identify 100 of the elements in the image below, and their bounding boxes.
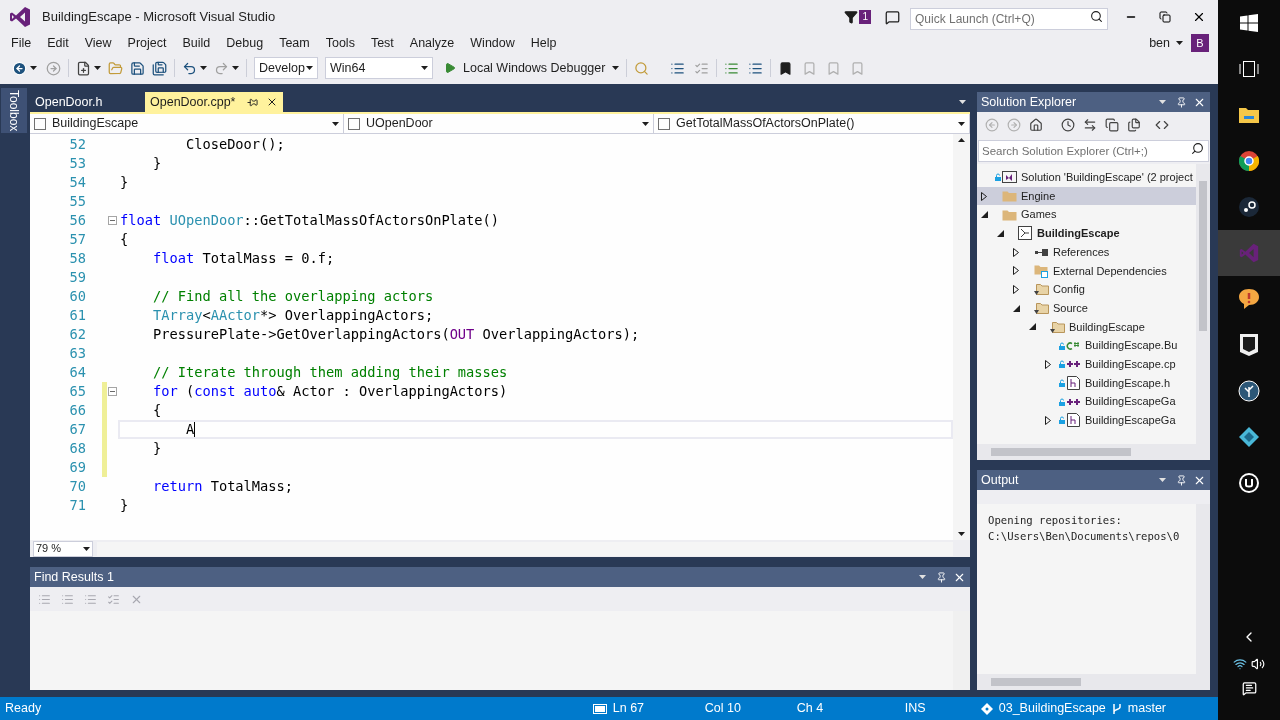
branch-icon[interactable] <box>1111 702 1122 715</box>
collapsed-arrow-icon[interactable] <box>1013 247 1019 257</box>
engine-icon[interactable] <box>1238 472 1260 494</box>
speech-bubble-icon[interactable] <box>1238 288 1260 310</box>
diamond-icon[interactable] <box>1238 426 1260 448</box>
tree-item[interactable]: BuildingEscape.cp <box>977 354 1196 374</box>
tree-item-label: Solution 'BuildingEscape' (2 project <box>1021 170 1193 186</box>
tree-item[interactable]: Engine <box>977 186 1196 206</box>
debugger-button[interactable]: Local Windows Debugger <box>463 58 606 78</box>
vertical-scrollbar[interactable] <box>953 134 970 540</box>
undo-icon[interactable] <box>182 60 197 76</box>
navigate-back-icon[interactable] <box>12 60 27 76</box>
collapse-icon[interactable] <box>108 216 117 225</box>
menu-item[interactable]: Debug <box>218 33 272 53</box>
tree-item[interactable]: Solution 'BuildingEscape' (2 project <box>977 168 1196 187</box>
collapsed-arrow-icon[interactable] <box>981 191 987 201</box>
horizontal-scrollbar[interactable] <box>977 674 1210 690</box>
line-number: 60 <box>68 287 87 306</box>
menu-item[interactable]: Tools <box>317 33 363 53</box>
task-view-icon[interactable] <box>1238 61 1260 77</box>
tree-item-label: References <box>1053 244 1110 260</box>
menu-item[interactable]: Window <box>462 33 523 53</box>
collapse-icon[interactable] <box>108 387 117 396</box>
menu-item[interactable]: Team <box>271 33 318 53</box>
menu-item[interactable]: File <box>3 33 40 53</box>
notification-center-icon[interactable] <box>1241 681 1257 696</box>
new-project-icon[interactable] <box>76 60 91 76</box>
vertical-scrollbar[interactable] <box>1196 164 1210 444</box>
menu-item[interactable]: Build <box>174 33 219 53</box>
sync-icon[interactable] <box>1083 118 1097 132</box>
search-field[interactable]: Search Solution Explorer (Ctrl+;) <box>978 140 1209 162</box>
pin-icon[interactable] <box>936 571 947 583</box>
folder-icon <box>1034 282 1049 297</box>
collapsed-arrow-icon[interactable] <box>1045 415 1051 425</box>
close-icon <box>1192 10 1206 24</box>
configuration-dropdown[interactable]: Develop <box>254 57 318 79</box>
toolbox-tab[interactable]: Toolbox <box>1 88 27 134</box>
platform-dropdown[interactable]: Win64 <box>325 57 433 79</box>
tree-item[interactable]: Games <box>977 205 1196 225</box>
horizontal-scrollbar[interactable] <box>977 444 1210 460</box>
menu-item[interactable]: Project <box>119 33 175 53</box>
repository-name[interactable]: 03_BuildingEscape <box>998 699 1106 718</box>
menu-item[interactable]: Analyze <box>401 33 463 53</box>
expanded-arrow-icon[interactable] <box>1029 323 1036 331</box>
clock-icon[interactable] <box>1061 118 1075 132</box>
menu-item[interactable]: Test <box>362 33 402 53</box>
tree-item[interactable]: External Dependencies <box>977 261 1196 281</box>
tree-item[interactable]: BuildingEscape <box>977 317 1196 337</box>
shield-icon[interactable] <box>1240 334 1258 356</box>
vertical-scrollbar[interactable] <box>1196 504 1210 674</box>
quick-launch-field[interactable]: Quick Launch (Ctrl+Q) <box>910 8 1108 30</box>
tree-item[interactable]: BuildingEscape.h <box>977 373 1196 393</box>
home-icon[interactable] <box>1029 118 1043 132</box>
bookmark-icon[interactable] <box>778 60 794 76</box>
tree-item[interactable]: Source <box>977 298 1196 318</box>
pin-icon[interactable] <box>1176 474 1187 486</box>
collapsed-arrow-icon[interactable] <box>1045 359 1051 369</box>
collapsed-arrow-icon[interactable] <box>1013 266 1019 276</box>
pin-icon[interactable] <box>1176 96 1187 108</box>
browser-icon[interactable] <box>1239 151 1259 171</box>
volume-icon[interactable] <box>1251 657 1265 671</box>
menu-item[interactable]: Edit <box>39 33 77 53</box>
tree-item[interactable]: References <box>977 242 1196 262</box>
close-tab-icon[interactable] <box>266 96 278 108</box>
navigation-dropdown[interactable]: GetTotalMassOfActorsOnPlate() <box>654 114 970 133</box>
expanded-arrow-icon[interactable] <box>997 229 1004 237</box>
tree-item[interactable]: BuildingEscapeGa <box>977 410 1196 430</box>
user-name[interactable]: ben <box>1149 33 1170 53</box>
menu-item[interactable]: View <box>76 33 120 53</box>
menu-item[interactable]: Help <box>522 33 565 53</box>
navigation-dropdown[interactable]: UOpenDoor <box>344 114 654 133</box>
expanded-arrow-icon[interactable] <box>1013 304 1020 312</box>
network-icon[interactable] <box>1233 657 1247 671</box>
game-launcher-icon[interactable] <box>1239 197 1259 217</box>
branch-name[interactable]: master <box>1127 699 1166 718</box>
document-tab[interactable]: OpenDoor.cpp* <box>145 92 283 112</box>
code-icon[interactable] <box>1155 118 1169 132</box>
tree-item[interactable]: BuildingEscapeGa <box>977 392 1196 411</box>
start-debugging-icon[interactable] <box>444 62 456 74</box>
tree-item[interactable]: Config <box>977 280 1196 299</box>
user-avatar[interactable]: B <box>1191 34 1209 52</box>
repository-icon[interactable] <box>980 702 993 715</box>
save-icon[interactable] <box>130 60 145 76</box>
vertical-scrollbar[interactable] <box>953 611 970 690</box>
search-icon[interactable] <box>1191 142 1204 155</box>
tree-item[interactable]: BuildingEscape.Bu <box>977 336 1196 355</box>
collapsed-arrow-icon[interactable] <box>1013 284 1019 294</box>
pin-icon[interactable] <box>247 96 258 108</box>
expanded-arrow-icon[interactable] <box>981 211 988 219</box>
horizontal-scrollbar[interactable] <box>97 541 953 556</box>
document-tab[interactable]: OpenDoor.h <box>30 92 144 112</box>
zoom-dropdown[interactable]: 79 % <box>33 540 93 557</box>
start-icon[interactable] <box>1240 14 1258 32</box>
search-icon[interactable] <box>1090 10 1103 23</box>
save-all-icon[interactable] <box>152 60 167 76</box>
feedback-icon[interactable] <box>885 9 900 25</box>
tree-item[interactable]: BuildingEscape <box>977 224 1196 243</box>
folder-icon[interactable] <box>1239 107 1259 123</box>
navigation-dropdown[interactable]: BuildingEscape <box>30 114 344 133</box>
tree-app-icon[interactable] <box>1238 380 1260 402</box>
